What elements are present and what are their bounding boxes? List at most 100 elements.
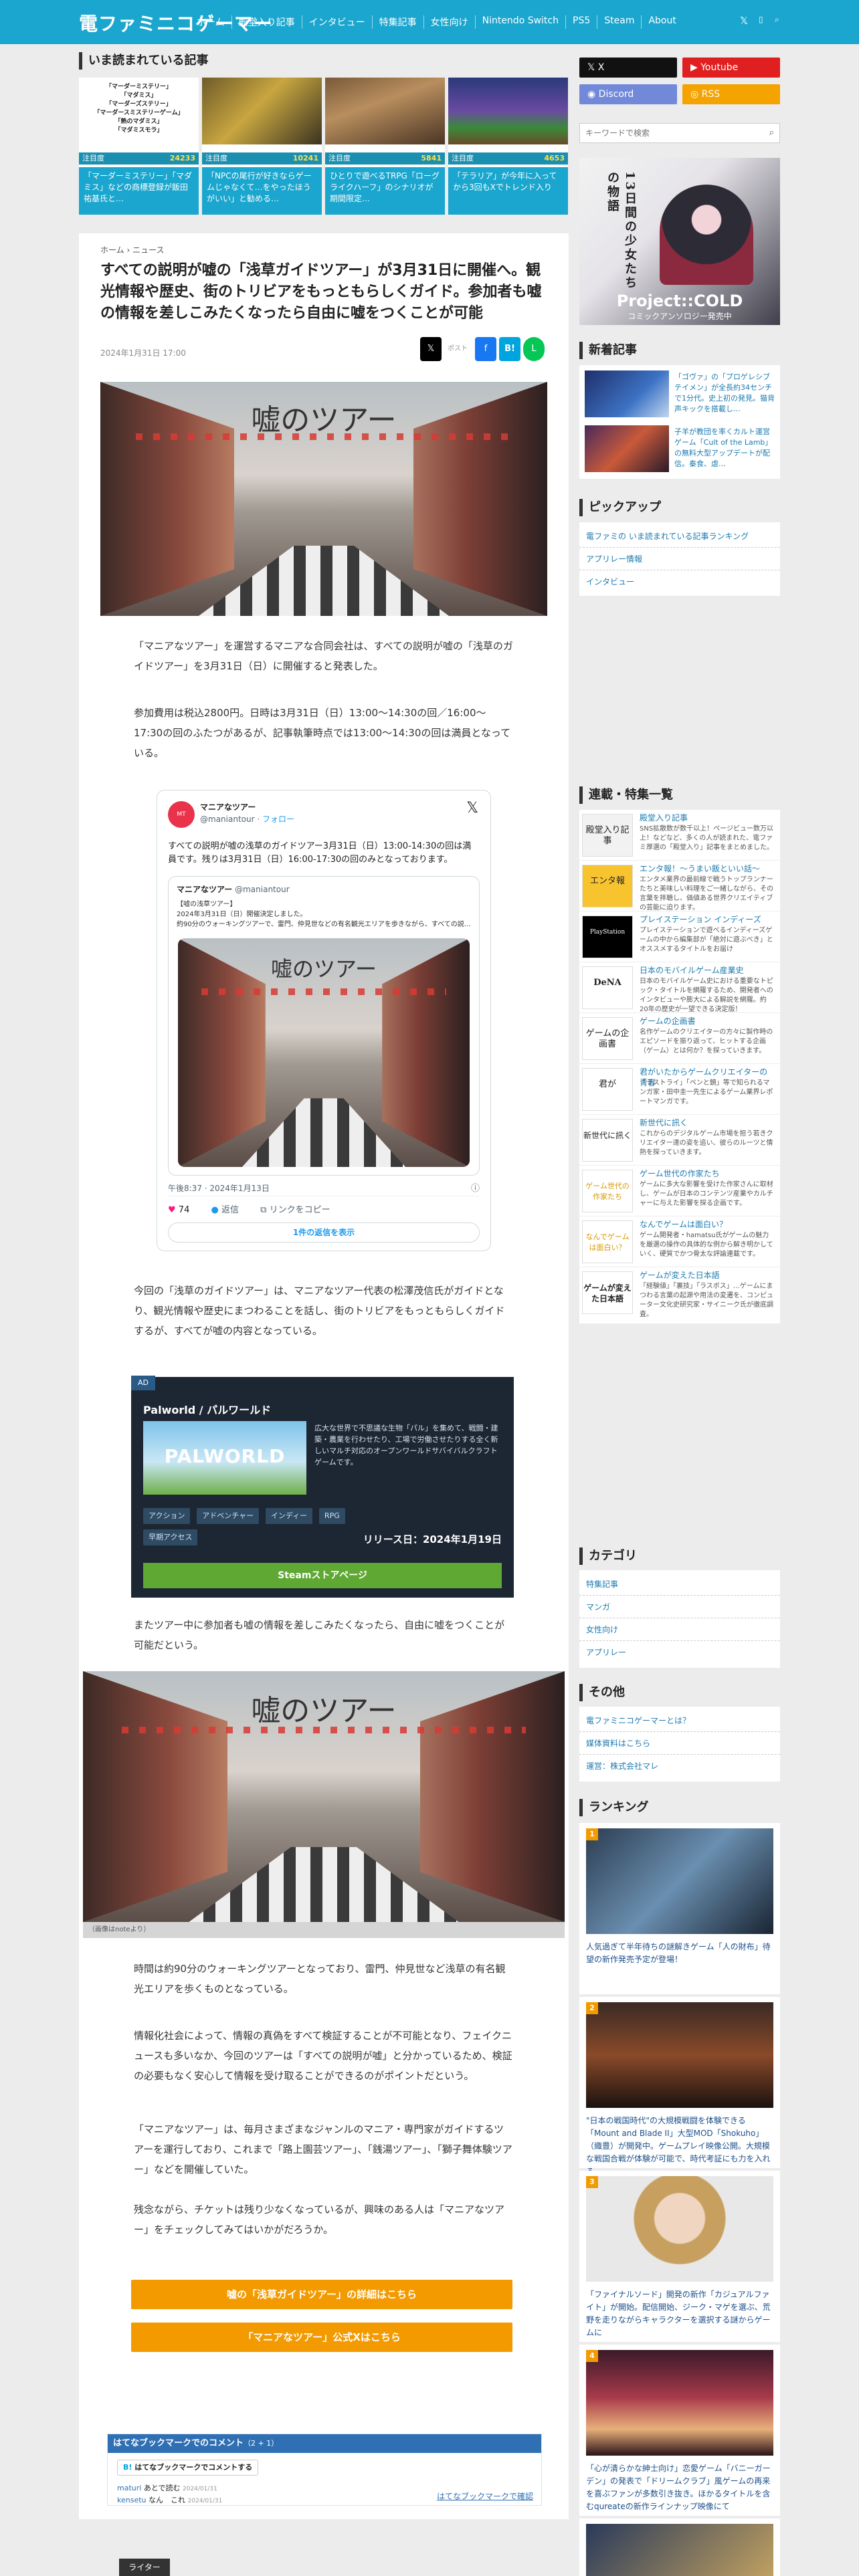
rss-button[interactable]: ◎ RSS bbox=[682, 84, 780, 104]
trending-title[interactable]: 「NPCの尾行が好きならゲームじゃなくて…をやったほうがいい」と勧める… bbox=[202, 167, 322, 215]
series-title[interactable]: ゲームが変えた日本語 bbox=[640, 1270, 775, 1281]
nav-item[interactable]: Nintendo Switch bbox=[474, 15, 565, 29]
comment-user[interactable]: kensetu bbox=[117, 2496, 147, 2504]
trending-card[interactable]: 注目度 4653 「テラリア」が今年に入ってから3回もXでトレンド入り bbox=[448, 78, 568, 215]
series-item[interactable]: エンタ報 エンタ報！〜うまい飯といい話〜 エンタメ業界の最前線で戦うトップランナーた… bbox=[579, 861, 780, 911]
info-icon[interactable]: ⓘ bbox=[471, 1181, 480, 1194]
link-icon[interactable]: ⧉ bbox=[260, 1205, 266, 1215]
article-date: 2024年1月31日 17:00 bbox=[100, 348, 186, 358]
share-x-button[interactable]: 𝕏 bbox=[420, 337, 442, 361]
tweet-time[interactable]: 午後8:37 · 2024年1月13日 bbox=[168, 1182, 270, 1194]
ranking-item[interactable] bbox=[579, 2518, 780, 2576]
category-link[interactable]: 特集記事 bbox=[579, 1573, 780, 1596]
series-item[interactable]: ゲーム世代の作家たち ゲーム世代の作家たち ゲームに多大な影響を受けた作家さんに取材… bbox=[579, 1166, 780, 1216]
series-title[interactable]: エンタ報！〜うまい飯といい話〜 bbox=[640, 863, 775, 874]
series-item[interactable]: PlayStation プレイステーション インディーズ プレイステーションで遊べる… bbox=[579, 911, 780, 962]
copy-link-label[interactable]: リンクをコピー bbox=[270, 1205, 330, 1215]
search-input[interactable] bbox=[580, 124, 754, 142]
ranking-item[interactable]: 1 人気過ぎて半年待ちの謎解きゲーム「人の財布」待望の新作発売予定が登場！ bbox=[579, 1823, 780, 1994]
new-article-thumb[interactable] bbox=[585, 370, 669, 417]
ranking-item[interactable]: 2 "日本の戦国時代"の大規模戦闘を体験できる「Mount and Blade … bbox=[579, 1997, 780, 2176]
series-title[interactable]: 新世代に訊く bbox=[640, 1117, 775, 1128]
heart-icon[interactable]: ♥ bbox=[168, 1205, 176, 1215]
series-icon: 君が bbox=[582, 1068, 633, 1111]
steam-store-button[interactable]: Steamストアページ bbox=[143, 1563, 502, 1588]
avatar[interactable]: MT bbox=[168, 801, 195, 828]
new-article-title[interactable]: 「ゴヴァ」の「プロゲレシブテイメン」が全長約34センチで1分代。史上初の発見。猫… bbox=[674, 372, 775, 415]
series-title[interactable]: 日本のモバイルゲーム産業史 bbox=[640, 965, 775, 976]
search-icon[interactable]: ⌕ bbox=[775, 15, 779, 25]
breadcrumb[interactable]: ホーム › ニュース bbox=[100, 244, 164, 255]
show-replies-button[interactable]: 1件の返信を表示 bbox=[168, 1222, 480, 1243]
tweet-author-name[interactable]: マニアなツアー bbox=[200, 801, 256, 813]
feed-icon[interactable]: ▯ bbox=[759, 15, 763, 24]
nav-item[interactable]: ホーム bbox=[195, 15, 231, 29]
other-link[interactable]: 媒体資料はこちら bbox=[579, 1732, 780, 1755]
series-item[interactable]: DeNA 日本のモバイルゲーム産業史 日本のモバイルゲーム史における重要なトピック・… bbox=[579, 962, 780, 1013]
search-icon[interactable]: ⌕ bbox=[769, 128, 774, 138]
ranking-item[interactable]: 4 「心が清らかな紳士向け」恋愛ゲーム「バニーガーデン」の発表で「ドリームクラブ… bbox=[579, 2345, 780, 2516]
nav-item[interactable]: 殿堂入り記事 bbox=[231, 15, 302, 29]
x-icon[interactable]: 𝕏 bbox=[740, 15, 748, 27]
x-follow-button[interactable]: 𝕏 X bbox=[579, 58, 677, 78]
ranking-title[interactable]: 「心が清らかな紳士向け」恋愛ゲーム「バニーガーデン」の発表で「ドリームクラブ」風… bbox=[586, 2462, 773, 2513]
series-item[interactable]: なんでゲームは面白い？ なんでゲームは面白い？ ゲーム開発者・hamatsu氏がゲー… bbox=[579, 1216, 780, 1267]
series-desc: プレイステーションで遊べるインディーズゲームの中から編集部が「絶対に遊ぶべき」と… bbox=[640, 927, 773, 953]
series-item[interactable]: 新世代に訊く 新世代に訊く これからのデジタルゲーム市場を担う若きクリエイター達の姿… bbox=[579, 1115, 780, 1166]
official-x-button[interactable]: 「マニアなツアー」公式Xはこちら bbox=[131, 2323, 512, 2352]
trending-card[interactable]: 「マーダーミステリー」 「マダミス」 「マーダーズステリー」 「マーダースミステ… bbox=[79, 78, 199, 215]
trending-card[interactable]: 注目度 5841 ひとりで遊べるTRPG「ローグライクハーフ」のシナリオが期間限定… bbox=[325, 78, 445, 215]
discord-button[interactable]: ◉ Discord bbox=[579, 84, 677, 104]
trending-card[interactable]: 注目度 10241 「NPCの尾行が好きならゲームじゃなくて…をやったほうがいい」… bbox=[202, 78, 322, 215]
series-item[interactable]: ゲームが変えた日本語 ゲームが変えた日本語 「経験値」「裏技」「ラスボス」…ゲームに… bbox=[579, 1267, 780, 1318]
share-hatena-button[interactable]: B! bbox=[499, 337, 520, 361]
pickup-link[interactable]: 電ファミの いま読まれている記事ランキング bbox=[579, 525, 780, 548]
ranking-title[interactable]: 「ファイナルソード」開発の新作「カジュアルファイト」が開始。配信開始、ジーク・マ… bbox=[586, 2288, 773, 2339]
share-line-button[interactable]: L bbox=[523, 337, 545, 361]
youtube-button[interactable]: ▶ Youtube bbox=[682, 58, 780, 78]
follow-link[interactable]: フォロー bbox=[262, 815, 294, 824]
category-link[interactable]: アプリレー bbox=[579, 1641, 780, 1664]
game-promo[interactable]: AD Palworld / パルワールド PALWORLD 広大な世界で不思議な… bbox=[131, 1376, 514, 1598]
ad-banner[interactable]: 13日間の少女たちの物語 Project::COLD コミックアンソロジー発売中 bbox=[579, 158, 780, 325]
ranking-title[interactable]: "日本の戦国時代"の大規模戦闘を体験できる「Mount and Blade II… bbox=[586, 2115, 773, 2178]
nav-item[interactable]: Steam bbox=[597, 15, 641, 29]
category-link[interactable]: 女性向け bbox=[579, 1618, 780, 1641]
x-logo-icon[interactable]: 𝕏 bbox=[466, 800, 478, 817]
trending-title[interactable]: 「テラリア」が今年に入ってから3回もXでトレンド入り bbox=[448, 167, 568, 215]
new-article-title[interactable]: 子羊が教団を率くカルト運営ゲーム「Cult of the Lamb」の無料大型ア… bbox=[674, 427, 775, 469]
ranking-title[interactable]: 人気過ぎて半年待ちの謎解きゲーム「人の財布」待望の新作発売予定が登場！ bbox=[586, 1941, 773, 1966]
nav-item[interactable]: About bbox=[641, 15, 682, 29]
ranking-item[interactable]: 3 「ファイナルソード」開発の新作「カジュアルファイト」が開始。配信開始、ジーク… bbox=[579, 2171, 780, 2342]
series-title[interactable]: プレイステーション インディーズ bbox=[640, 914, 775, 925]
series-title[interactable]: なんでゲームは面白い？ bbox=[640, 1219, 775, 1230]
pickup-link[interactable]: アプリレー情報 bbox=[579, 548, 780, 570]
quoted-tweet[interactable]: マニアなツアー @maniantour 【嘘の浅草ツアー】 2024年3月31日… bbox=[168, 876, 480, 1176]
comment-user[interactable]: maturi bbox=[117, 2484, 141, 2492]
series-item[interactable]: 殿堂入り記事 殿堂入り記事 SNS拡散数が数千以上！ページビュー数万以上！などなど、… bbox=[579, 810, 780, 861]
reply-icon[interactable]: ● bbox=[211, 1205, 218, 1215]
category-link[interactable]: マンガ bbox=[579, 1596, 780, 1618]
share-facebook-button[interactable]: f bbox=[475, 337, 496, 361]
trending-title[interactable]: ひとりで遊べるTRPG「ローグライクハーフ」のシナリオが期間限定… bbox=[325, 167, 445, 215]
hatena-comment-button[interactable]: B! はてなブックマークでコメントする bbox=[117, 2460, 259, 2476]
tweet-embed[interactable]: MT マニアなツアー @maniantour · フォロー 𝕏 すべての説明が嘘… bbox=[157, 790, 491, 1251]
series-title[interactable]: ゲーム世代の作家たち bbox=[640, 1168, 775, 1179]
nav-item[interactable]: インタビュー bbox=[301, 15, 372, 29]
pickup-link[interactable]: インタビュー bbox=[579, 570, 780, 593]
series-item[interactable]: 君が 君がいたからゲームクリエイターの青春 「ラストライ」「ペンと鏡」等で知られるマ… bbox=[579, 1064, 780, 1115]
other-link[interactable]: 電ファミニコゲーマーとは？ bbox=[579, 1709, 780, 1732]
tour-details-button[interactable]: 嘘の「浅草ガイドツアー」の詳細はこちら bbox=[131, 2280, 512, 2309]
new-article-thumb[interactable] bbox=[585, 425, 669, 472]
nav-item[interactable]: 女性向け bbox=[423, 15, 475, 29]
series-title[interactable]: ゲームの企画書 bbox=[640, 1016, 775, 1027]
hatena-confirm-link[interactable]: はてなブックマークで確認 bbox=[437, 2490, 533, 2502]
series-title[interactable]: 殿堂入り記事 bbox=[640, 813, 775, 823]
trending-title[interactable]: 「マーダーミステリー」「マダミス」などの商標登録が飯田祐基氏と… bbox=[79, 167, 199, 215]
series-item[interactable]: ゲームの企画書 ゲームの企画書 名作ゲームのクリエイターの方々に製作時のエピソードを… bbox=[579, 1013, 780, 1064]
other-link[interactable]: 運営：株式会社マレ bbox=[579, 1755, 780, 1778]
nav-item[interactable]: 特集記事 bbox=[371, 15, 423, 29]
series-desc: 名作ゲームのクリエイターの方々に製作時のエピソードを振り返って、ヒットする企画（… bbox=[640, 1029, 773, 1055]
reply-label[interactable]: 返信 bbox=[221, 1205, 239, 1215]
nav-item[interactable]: PS5 bbox=[565, 15, 597, 29]
